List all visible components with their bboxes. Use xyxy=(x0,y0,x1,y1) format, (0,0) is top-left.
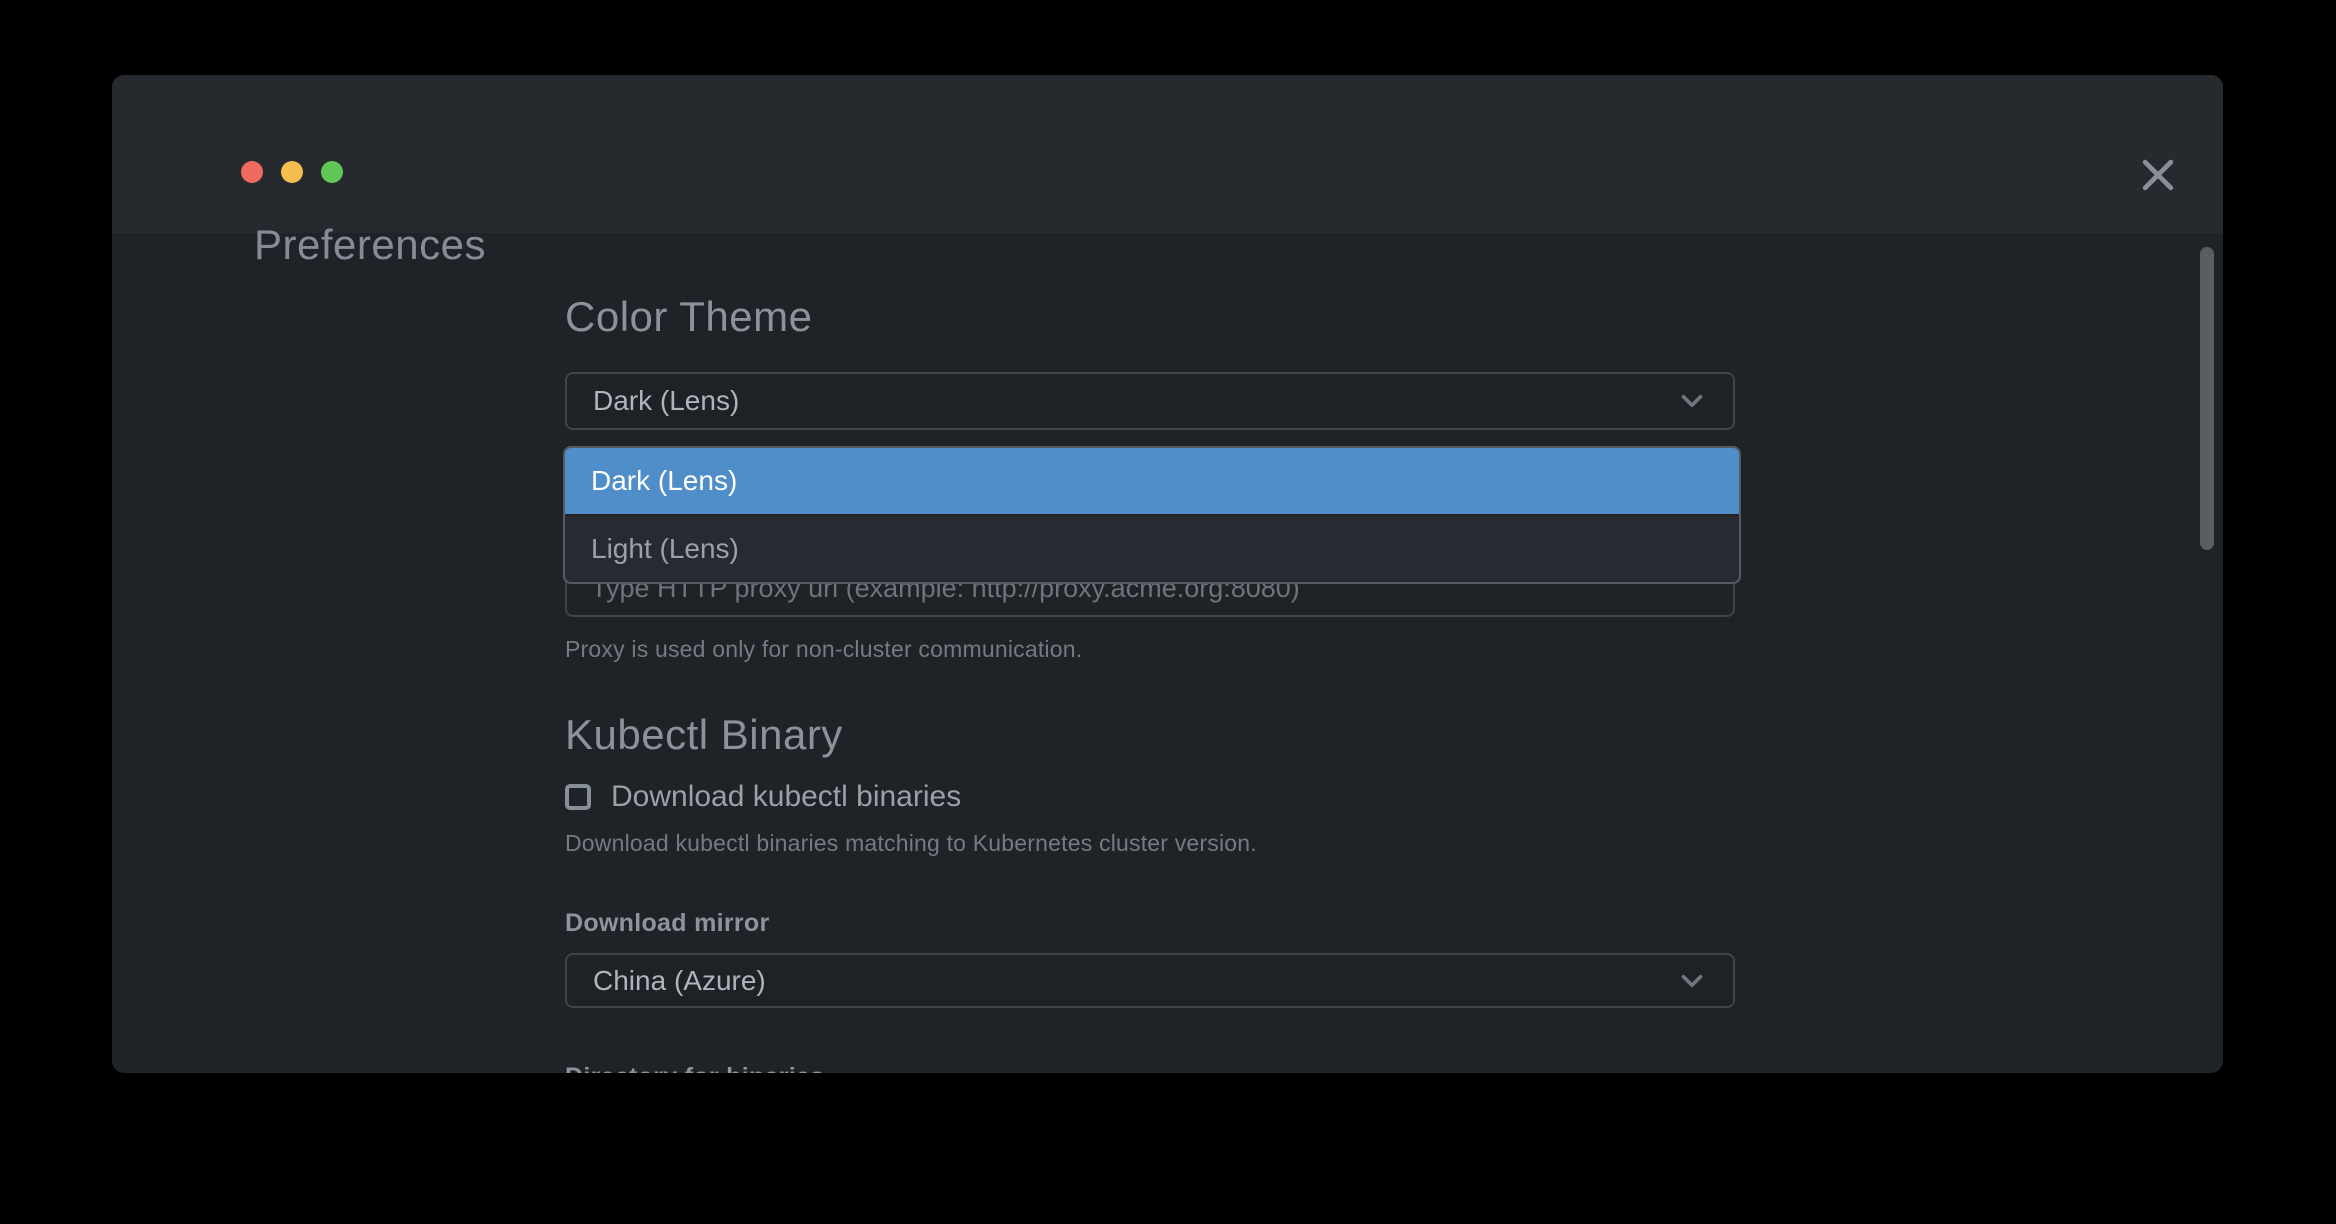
preferences-window: Preferences Color Theme Dark (Lens) Dark… xyxy=(112,75,2223,1073)
dropdown-option-dark-lens[interactable]: Dark (Lens) xyxy=(565,448,1739,516)
chevron-down-icon xyxy=(1675,384,1709,418)
settings-column: Color Theme Dark (Lens) Dark (Lens) Ligh… xyxy=(565,233,1735,1073)
titlebar: Preferences xyxy=(112,75,2223,233)
kubectl-binary-heading: Kubectl Binary xyxy=(565,711,843,759)
close-icon xyxy=(2136,153,2180,197)
close-preferences-button[interactable] xyxy=(2130,147,2186,203)
vertical-scrollbar-thumb[interactable] xyxy=(2200,247,2214,550)
kubectl-hint-text: Download kubectl binaries matching to Ku… xyxy=(565,830,1257,857)
traffic-lights xyxy=(241,161,343,183)
download-kubectl-checkbox-row[interactable]: Download kubectl binaries xyxy=(565,780,961,814)
download-kubectl-label: Download kubectl binaries xyxy=(611,780,961,814)
color-theme-select[interactable]: Dark (Lens) xyxy=(565,372,1735,430)
color-theme-heading: Color Theme xyxy=(565,293,813,341)
color-theme-dropdown-menu: Dark (Lens) Light (Lens) xyxy=(563,446,1741,584)
download-mirror-selected-value: China (Azure) xyxy=(567,965,1675,997)
preferences-content: Color Theme Dark (Lens) Dark (Lens) Ligh… xyxy=(112,233,2223,1073)
chevron-down-icon xyxy=(1675,964,1709,998)
minimize-window-icon[interactable] xyxy=(281,161,303,183)
download-mirror-select[interactable]: China (Azure) xyxy=(565,953,1735,1008)
maximize-window-icon[interactable] xyxy=(321,161,343,183)
directory-for-binaries-label: Directory for binaries xyxy=(565,1063,824,1073)
color-theme-selected-value: Dark (Lens) xyxy=(567,385,1675,417)
checkbox-unchecked-icon[interactable] xyxy=(565,784,591,810)
download-mirror-label: Download mirror xyxy=(565,909,770,938)
close-window-icon[interactable] xyxy=(241,161,263,183)
proxy-hint-text: Proxy is used only for non-cluster commu… xyxy=(565,636,1082,663)
dropdown-option-light-lens[interactable]: Light (Lens) xyxy=(565,516,1739,582)
